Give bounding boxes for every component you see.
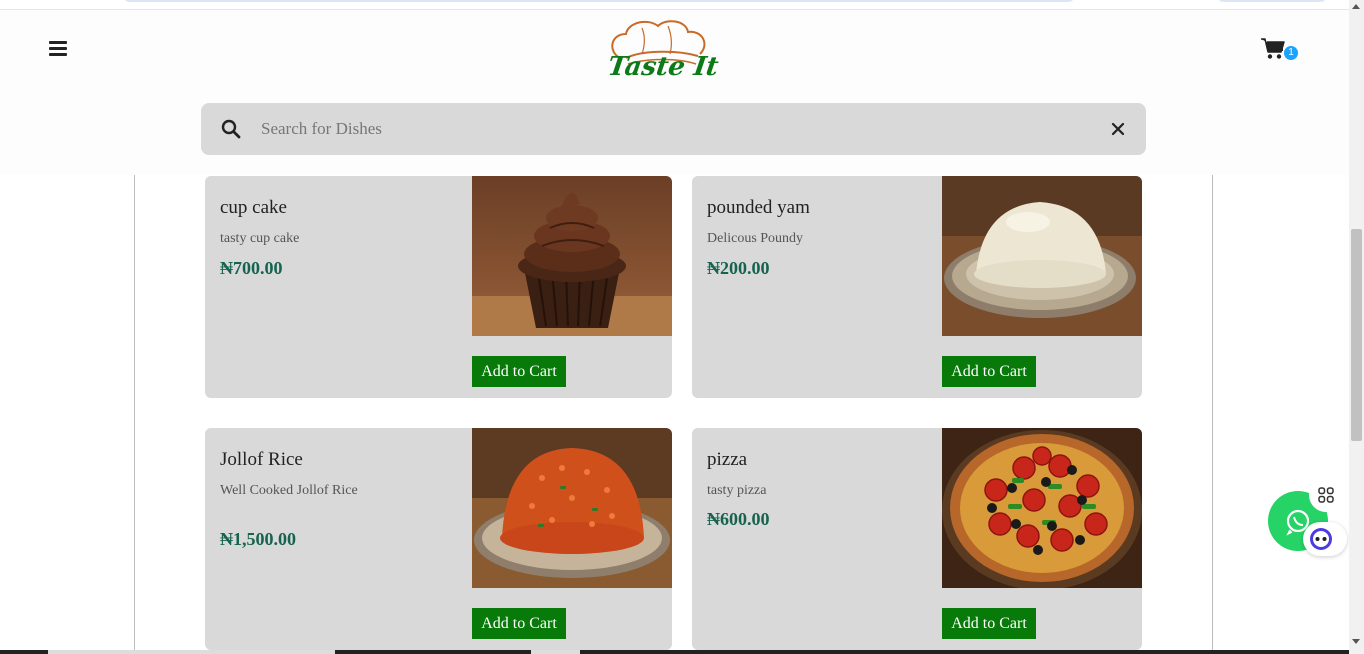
product-name: Jollof Rice — [220, 449, 303, 470]
product-description: Delicous Poundy — [707, 231, 804, 246]
product-name: pounded yam — [707, 197, 810, 218]
bottom-edge-segment — [580, 650, 1349, 654]
apps-grid-icon — [1318, 487, 1334, 503]
chat-bot-button[interactable] — [1303, 522, 1347, 556]
product-card: pizza tasty pizza ₦600.00 Add to Cart — [692, 428, 1142, 650]
search-icon — [221, 119, 241, 139]
product-card: pounded yam Delicous Poundy ₦200.00 Add … — [692, 176, 1142, 398]
pizza-image — [942, 428, 1142, 588]
browser-top-strip — [0, 0, 1349, 10]
scrollbar-thumb[interactable] — [1351, 229, 1362, 441]
hamburger-menu-icon[interactable] — [47, 38, 69, 60]
product-description: tasty pizza — [707, 483, 767, 498]
pounded-yam-image — [942, 176, 1142, 336]
product-description: tasty cup cake — [220, 231, 300, 246]
bottom-edge — [0, 650, 1349, 654]
cupcake-image — [472, 176, 672, 336]
product-name: cup cake — [220, 197, 287, 218]
scroll-down-arrow-icon[interactable] — [1352, 639, 1360, 644]
top-strip-bar — [124, 0, 1074, 2]
product-card: cup cake tasty cup cake ₦700.00 Add to C… — [205, 176, 672, 398]
cart-button[interactable]: 1 — [1261, 38, 1301, 66]
product-card: Jollof Rice Well Cooked Jollof Rice ₦1,5… — [205, 428, 672, 650]
search-input[interactable] — [261, 113, 1081, 145]
chat-bot-icon — [1310, 528, 1332, 550]
add-to-cart-button[interactable]: Add to Cart — [942, 356, 1036, 387]
add-to-cart-button[interactable]: Add to Cart — [472, 356, 566, 387]
product-name: pizza — [707, 449, 748, 470]
add-to-cart-button[interactable]: Add to Cart — [472, 608, 566, 639]
product-price: ₦700.00 — [220, 258, 283, 278]
search-bar — [201, 103, 1146, 155]
bottom-edge-segment — [0, 650, 48, 654]
apps-button[interactable] — [1309, 478, 1343, 512]
shopping-cart-icon — [1261, 38, 1285, 59]
scroll-up-arrow-icon[interactable] — [1352, 4, 1360, 9]
vertical-scrollbar[interactable] — [1349, 0, 1364, 654]
close-icon[interactable] — [1109, 120, 1127, 138]
add-to-cart-button[interactable]: Add to Cart — [942, 608, 1036, 639]
top-strip-button — [1218, 0, 1326, 2]
product-description: Well Cooked Jollof Rice — [220, 483, 358, 498]
cart-count-badge: 1 — [1284, 46, 1298, 60]
jollof-rice-image — [472, 428, 672, 588]
product-price: ₦600.00 — [707, 509, 770, 529]
products-section: cup cake tasty cup cake ₦700.00 Add to C… — [134, 175, 1213, 654]
bottom-edge-segment — [335, 650, 531, 654]
product-price: ₦1,500.00 — [220, 529, 296, 549]
brand-name[interactable]: Taste It — [606, 52, 720, 82]
product-price: ₦200.00 — [707, 258, 770, 278]
site-header: Taste It 1 — [0, 10, 1349, 175]
